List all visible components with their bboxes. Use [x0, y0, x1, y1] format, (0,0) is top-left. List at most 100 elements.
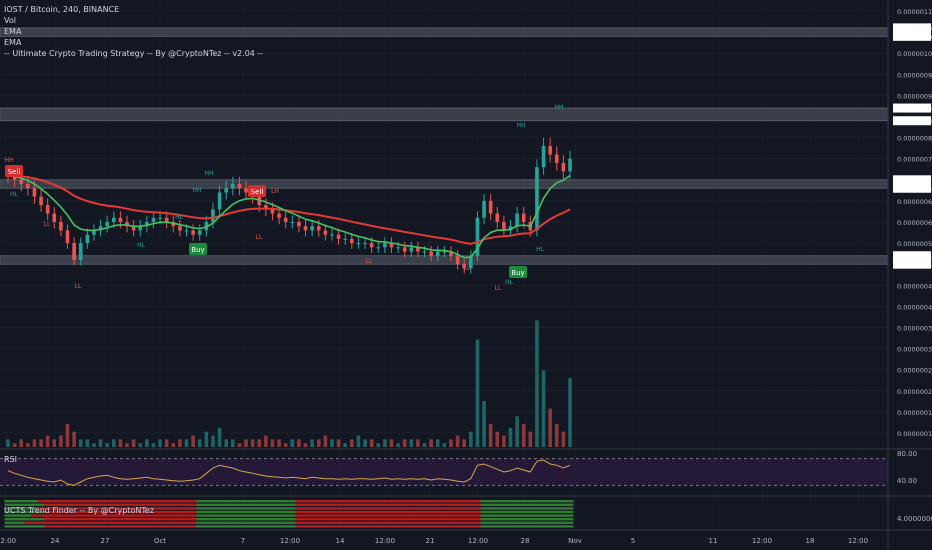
price-tick-label: 0.00000095 [897, 71, 932, 79]
trend-cell [176, 525, 184, 528]
trend-cell [427, 510, 435, 514]
trend-cell [454, 514, 462, 517]
candle-body [45, 205, 50, 214]
trend-cell [196, 521, 204, 524]
time-tick-label: 21 [426, 537, 435, 545]
trend-cell [103, 500, 111, 503]
trend-cell [156, 510, 164, 514]
trend-cell [97, 521, 105, 524]
trend-cell [149, 521, 157, 524]
time-tick-label: 12:00 [0, 537, 16, 545]
trend-cell [374, 510, 382, 514]
trend-cell [262, 507, 270, 510]
trend-cell [143, 525, 151, 528]
ema-label-2[interactable]: EMA [4, 37, 263, 48]
trend-cell [37, 521, 45, 524]
volume-bar [336, 439, 341, 447]
volume-bar [6, 439, 10, 447]
volume-bar [264, 435, 268, 447]
trend-cell [268, 503, 276, 506]
trend-cell [30, 518, 38, 521]
trend-cell [50, 525, 58, 528]
trend-cell [249, 500, 257, 503]
candle-body [118, 217, 123, 222]
trend-cell [440, 507, 448, 510]
trend-cell [50, 518, 58, 521]
rsi-label[interactable]: RSI [4, 455, 17, 464]
trend-cell [222, 507, 230, 510]
trend-cell [335, 500, 343, 503]
volume-bar [554, 423, 559, 447]
pivot-label: LL [495, 285, 502, 292]
trend-cell [235, 518, 243, 521]
ema-label-1[interactable]: EMA [4, 26, 263, 37]
trend-cell [540, 518, 548, 521]
trend-cell [473, 514, 481, 517]
trend-cell [176, 503, 184, 506]
trend-cell [533, 514, 541, 517]
trend-cell [440, 525, 448, 528]
symbol-title[interactable]: IOST / Bitcoin, 240, BINANCE [4, 4, 263, 15]
trend-cell [321, 503, 329, 506]
trend-cell [440, 514, 448, 517]
trend-cell [321, 518, 329, 521]
trend-cell [427, 525, 435, 528]
candle-body [409, 247, 414, 252]
trend-cell [374, 525, 382, 528]
trend-cell [169, 510, 177, 514]
trend-label[interactable]: UCTS Trend Finder -- By @CryptoNTez [4, 506, 154, 515]
trend-cell [440, 510, 448, 514]
price-tick-label: 0.00000030 [897, 346, 932, 354]
main-chart-svg[interactable]: SellSellBuyBuyHHHLLLLLHHHH LHLLLLLLHHHHLL… [0, 0, 932, 550]
trend-cell [407, 507, 415, 510]
trend-cell [526, 518, 534, 521]
strategy-label[interactable]: -- Ultimate Crypto Trading Strategy -- B… [4, 48, 263, 59]
trend-cell [255, 500, 263, 503]
trend-cell [143, 518, 151, 521]
trend-cell [163, 525, 171, 528]
candle-body [65, 230, 70, 244]
trend-cell [328, 521, 336, 524]
trend-cell [229, 510, 237, 514]
trend-cell [335, 503, 343, 506]
trend-cell [262, 510, 270, 514]
trend-cell [540, 507, 548, 510]
trend-cell [262, 521, 270, 524]
trend-cell [407, 500, 415, 503]
vol-label[interactable]: Vol [4, 15, 263, 26]
candle-body [521, 213, 526, 222]
trend-cell [387, 507, 395, 510]
trend-cell [262, 525, 270, 528]
trend-cell [4, 525, 12, 528]
volume-bar [164, 439, 169, 447]
trend-cell [57, 521, 65, 524]
trend-cell [275, 525, 283, 528]
candle-body [541, 146, 546, 168]
volume-bar [211, 435, 215, 447]
trend-cell [553, 507, 561, 510]
trend-cell [520, 500, 528, 503]
trend-cell [440, 500, 448, 503]
trend-cell [295, 507, 303, 510]
trend-cell [275, 510, 283, 514]
trend-cell [520, 518, 528, 521]
volume-bar [111, 439, 116, 447]
trend-cell [513, 510, 521, 514]
trend-cell [447, 507, 455, 510]
trend-cell [295, 525, 303, 528]
trend-cell [202, 500, 210, 503]
trend-cell [110, 521, 118, 524]
trend-cell [242, 521, 250, 524]
trend-cell [110, 500, 118, 503]
candle-body [72, 243, 76, 260]
trend-cell [434, 521, 442, 524]
trend-cell [70, 518, 78, 521]
trend-cell [83, 521, 91, 524]
trend-cell [302, 510, 310, 514]
trend-cell [348, 507, 356, 510]
trend-cell [183, 521, 191, 524]
price-tag [893, 23, 931, 33]
trend-cell [506, 521, 514, 524]
trend-cell [196, 503, 204, 506]
volume-bar [52, 439, 57, 447]
